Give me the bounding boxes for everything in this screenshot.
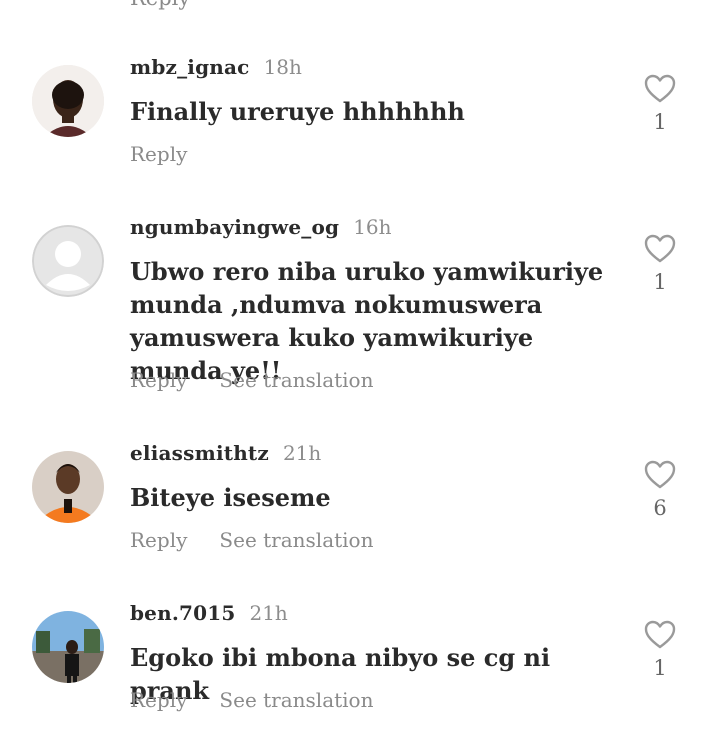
like-count: 6 — [653, 496, 667, 520]
like-button[interactable]: 1 — [640, 620, 680, 680]
avatar[interactable] — [32, 225, 104, 297]
heart-outline-icon[interactable] — [644, 234, 676, 264]
heart-outline-icon[interactable] — [644, 460, 676, 490]
like-count: 1 — [653, 270, 667, 294]
avatar[interactable] — [32, 65, 104, 137]
username[interactable]: mbz_ignac — [130, 55, 250, 79]
heart-outline-icon[interactable] — [644, 74, 676, 104]
like-count: 1 — [653, 656, 667, 680]
timestamp: 21h — [282, 441, 322, 465]
heart-outline-icon[interactable] — [644, 620, 676, 650]
username[interactable]: ngumbayingwe_og — [130, 215, 339, 239]
see-translation-button[interactable]: See translation — [219, 368, 373, 392]
reply-button[interactable]: Reply — [130, 142, 187, 166]
timestamp: 16h — [353, 215, 392, 239]
avatar[interactable] — [32, 611, 104, 683]
reply-button[interactable]: Reply — [130, 688, 187, 712]
comment-text: Finally ureruye hhhhhhh — [130, 97, 465, 126]
username[interactable]: ben.7015 — [130, 601, 235, 625]
like-button[interactable]: 1 — [640, 74, 680, 134]
timestamp: 21h — [249, 601, 288, 625]
like-count: 1 — [653, 110, 667, 134]
reply-button[interactable]: Reply — [130, 528, 187, 552]
reply-button[interactable]: Reply — [130, 368, 187, 392]
timestamp: 18h — [263, 55, 302, 79]
username[interactable]: eliassmithtz — [130, 441, 269, 465]
see-translation-button[interactable]: See translation — [219, 688, 373, 712]
see-translation-button[interactable]: See translation — [219, 528, 373, 552]
like-button[interactable]: 1 — [640, 234, 680, 294]
like-button[interactable]: 6 — [640, 460, 680, 520]
avatar[interactable] — [32, 451, 104, 523]
comment-text: Biteye iseseme — [130, 483, 331, 512]
previous-comment-reply-button[interactable]: Reply — [130, 0, 190, 10]
